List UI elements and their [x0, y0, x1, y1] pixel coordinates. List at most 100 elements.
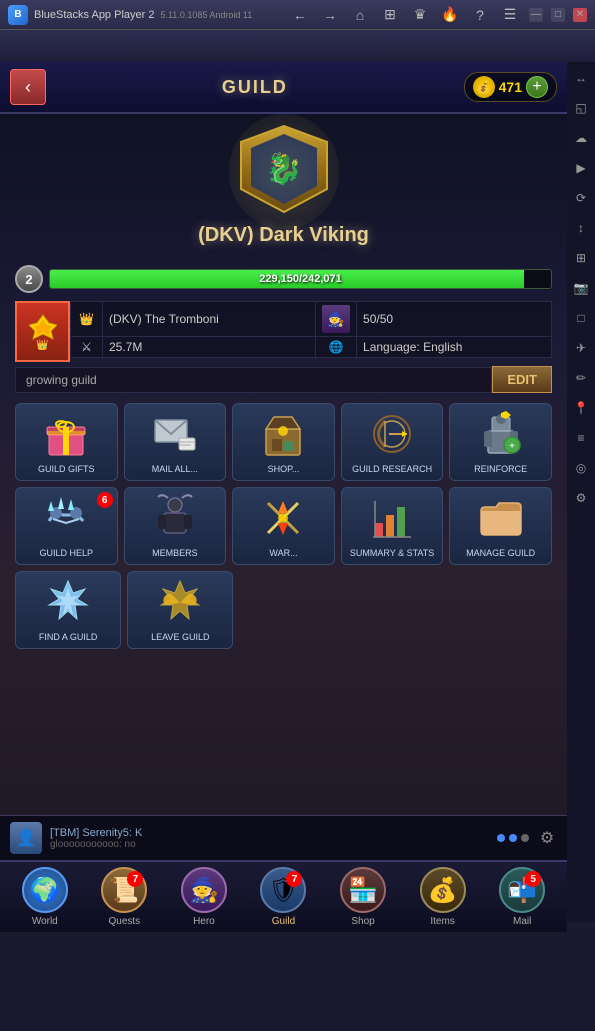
guild-description: growing guild	[15, 367, 492, 393]
chat-info: [TBM] Serenity5: K glooooooooooo: no	[50, 827, 489, 850]
sidebar-refresh-icon[interactable]: ⟳	[571, 188, 591, 208]
game-area: ‹ GUILD 💰 471 +	[0, 62, 567, 932]
menu-item-guild-gifts[interactable]: GUILD GIFTS	[15, 403, 118, 481]
leave-guild-icon	[154, 576, 206, 628]
nav-grid-icon[interactable]: ⊞	[379, 4, 401, 26]
bottom-chat-bar: 👤 [TBM] Serenity5: K glooooooooooo: no ⚙	[0, 815, 567, 860]
find-guild-label: FIND A GUILD	[39, 632, 98, 643]
menu-grid-row3: FIND A GUILD LEAVE GUILD	[15, 571, 552, 649]
language-cell: Language: English	[357, 337, 552, 358]
sidebar-window-icon[interactable]: □	[571, 308, 591, 328]
page-title: GUILD	[222, 77, 288, 98]
nav-item-world[interactable]: 🌍 World	[22, 867, 68, 927]
xp-bar-container: 229,150/242,071	[49, 269, 552, 289]
sidebar-resize-icon[interactable]: ↕	[571, 218, 591, 238]
guild-gifts-icon	[40, 408, 92, 460]
nav-item-shop[interactable]: 🏪 Shop	[340, 867, 386, 927]
shop-nav-label: Shop	[351, 916, 374, 927]
guild-content: 🐉 (DKV) Dark Viking 2 229,150/242,071 👑	[0, 114, 567, 665]
guild-gifts-label: GUILD GIFTS	[38, 464, 95, 475]
chat-player-name: [TBM] Serenity5: K	[50, 827, 489, 839]
power-cell: 25.7M	[103, 337, 316, 358]
right-sidebar: ↔ ◱ ☁ ▶ ⟳ ↕ ⊞ 📷 □ ✈ ✏ 📍 ≡ ◎ ⚙	[567, 62, 595, 922]
mail-nav-label: Mail	[513, 916, 531, 927]
sidebar-fullscreen-icon[interactable]: ◱	[571, 98, 591, 118]
nav-question-icon[interactable]: ?	[469, 4, 491, 26]
sidebar-settings-icon[interactable]: ⚙	[571, 488, 591, 508]
currency-amount: 471	[499, 79, 522, 95]
xp-bar-text: 229,150/242,071	[50, 270, 551, 288]
menu-item-war[interactable]: WAR...	[232, 487, 335, 565]
crown-cell: 👑	[71, 302, 103, 337]
settings-chat-icon[interactable]: ⚙	[537, 828, 557, 848]
mail-all-icon	[149, 408, 201, 460]
sidebar-layout-icon[interactable]: ⊞	[571, 248, 591, 268]
sidebar-location-icon[interactable]: 📍	[571, 398, 591, 418]
nav-item-quests[interactable]: 7 📜 Quests	[101, 867, 147, 927]
nav-item-items[interactable]: 💰 Items	[420, 867, 466, 927]
leader-info: 👑 (DKV) The Tromboni 🧙 50/50 ⚔ 25.7M	[70, 301, 552, 362]
nav-back-icon[interactable]: ←	[289, 4, 311, 26]
guild-research-icon	[366, 408, 418, 460]
nav-crown-icon[interactable]: ♛	[409, 4, 431, 26]
crown-icon: 👑	[79, 312, 94, 326]
members-icon	[149, 492, 201, 544]
level-row: 2 229,150/242,071	[15, 265, 552, 293]
nav-menu-icon[interactable]: ☰	[499, 4, 521, 26]
shop-icon	[257, 408, 309, 460]
dot-1	[497, 834, 505, 842]
leader-name-cell: (DKV) The Tromboni	[103, 302, 316, 337]
nav-home-icon[interactable]: ⌂	[349, 4, 371, 26]
world-nav-label: World	[32, 916, 58, 927]
nav-fire-icon[interactable]: 🔥	[439, 4, 461, 26]
sidebar-camera-icon[interactable]: 📷	[571, 278, 591, 298]
sidebar-edit-icon[interactable]: ✏	[571, 368, 591, 388]
sidebar-expand-icon[interactable]: ↔	[571, 68, 591, 88]
menu-item-guild-help[interactable]: 6 GUILD HELP	[15, 487, 118, 565]
edit-button[interactable]: EDIT	[492, 366, 552, 393]
rank-icon	[29, 313, 57, 341]
sidebar-target-icon[interactable]: ◎	[571, 458, 591, 478]
currency-box: 💰 471 +	[464, 72, 557, 102]
reinforce-label: REINFORCE	[474, 464, 527, 475]
menu-grid-row2: 6 GUILD HELP	[15, 487, 552, 565]
maximize-button[interactable]: □	[551, 8, 565, 22]
nav-forward-icon[interactable]: →	[319, 4, 341, 26]
menu-item-manage-guild[interactable]: MANAGE GUILD	[449, 487, 552, 565]
sidebar-cloud-icon[interactable]: ☁	[571, 128, 591, 148]
manage-guild-label: MANAGE GUILD	[466, 548, 535, 559]
globe-cell: 🌐	[316, 337, 357, 358]
nav-item-guild[interactable]: 7 🛡 Guild	[260, 867, 306, 927]
close-button[interactable]: ✕	[573, 8, 587, 22]
globe-icon: 🌐	[329, 340, 344, 354]
menu-item-guild-research[interactable]: GUILD RESEARCH	[341, 403, 444, 481]
nav-item-mail[interactable]: 5 📬 Mail	[499, 867, 545, 927]
guild-emblem-wrapper: 🐉	[239, 124, 329, 219]
back-button[interactable]: ‹	[10, 69, 46, 105]
leader-avatar: 🧙	[322, 305, 350, 333]
menu-item-members[interactable]: MEMBERS	[124, 487, 227, 565]
minimize-button[interactable]: —	[529, 8, 543, 22]
hero-nav-label: Hero	[193, 916, 215, 927]
find-guild-icon	[42, 576, 94, 628]
svg-text:+: +	[509, 441, 515, 452]
menu-item-reinforce[interactable]: + REINFORCE	[449, 403, 552, 481]
menu-item-mail-all[interactable]: MAIL ALL...	[124, 403, 227, 481]
chat-dots	[497, 834, 529, 842]
power-badge: 👑	[15, 301, 70, 362]
add-currency-button[interactable]: +	[526, 76, 548, 98]
sidebar-play-icon[interactable]: ▶	[571, 158, 591, 178]
menu-item-shop[interactable]: SHOP...	[232, 403, 335, 481]
sidebar-flight-icon[interactable]: ✈	[571, 338, 591, 358]
members-label: MEMBERS	[152, 548, 198, 559]
menu-item-summary-stats[interactable]: SUMMARY & STATS	[341, 487, 444, 565]
sidebar-layers-icon[interactable]: ≡	[571, 428, 591, 448]
menu-item-find-guild[interactable]: FIND A GUILD	[15, 571, 121, 649]
guild-level-badge: 2	[15, 265, 43, 293]
chat-message: glooooooooooo: no	[50, 839, 489, 850]
menu-item-leave-guild[interactable]: LEAVE GUILD	[127, 571, 233, 649]
nav-item-hero[interactable]: 🧙 Hero	[181, 867, 227, 927]
reinforce-icon: +	[475, 408, 527, 460]
coin-icon: 💰	[473, 76, 495, 98]
guild-help-icon	[40, 492, 92, 544]
